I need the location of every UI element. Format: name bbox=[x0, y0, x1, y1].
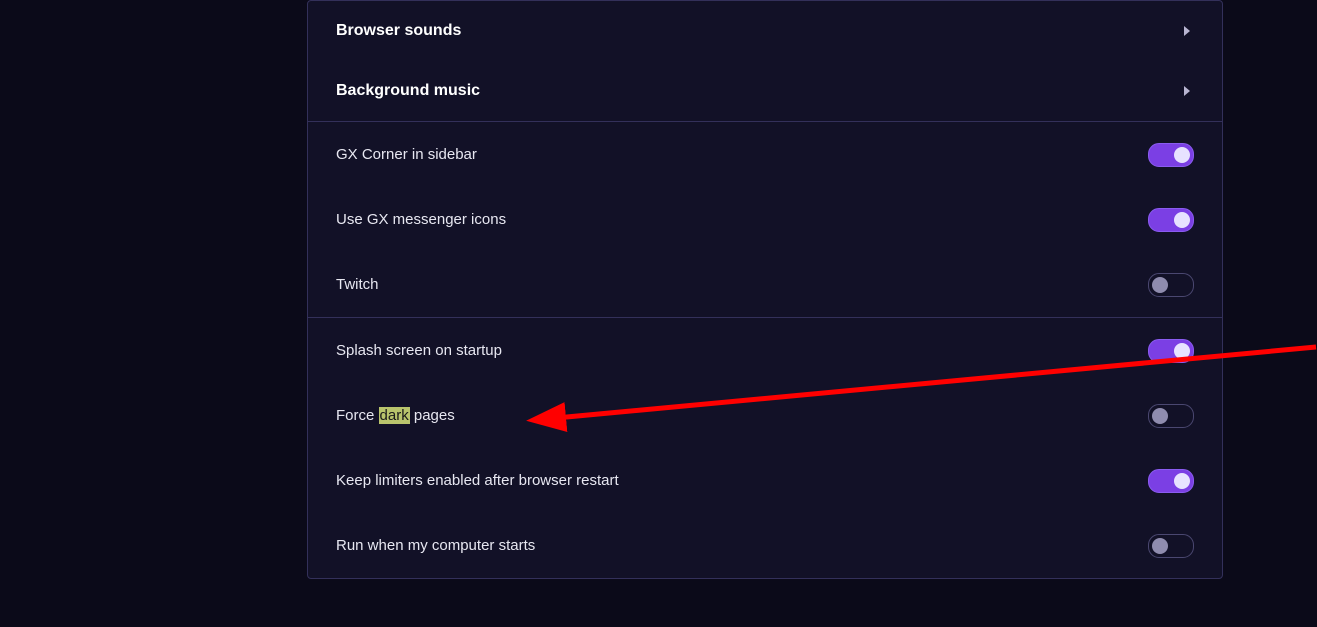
splash-screen-toggle[interactable] bbox=[1148, 339, 1194, 363]
gx-corner-label: GX Corner in sidebar bbox=[336, 146, 477, 164]
force-dark-pre: Force bbox=[336, 407, 379, 424]
chevron-right-icon bbox=[1184, 86, 1190, 96]
gx-corner-toggle[interactable] bbox=[1148, 143, 1194, 167]
twitch-toggle[interactable] bbox=[1148, 273, 1194, 297]
keep-limiters-label: Keep limiters enabled after browser rest… bbox=[336, 472, 619, 490]
browser-sounds-label: Browser sounds bbox=[336, 21, 461, 40]
force-dark-highlight: dark bbox=[379, 407, 410, 424]
gx-messenger-row: Use GX messenger icons bbox=[308, 187, 1222, 252]
force-dark-toggle[interactable] bbox=[1148, 404, 1194, 428]
gx-corner-row: GX Corner in sidebar bbox=[308, 122, 1222, 187]
run-on-startup-label: Run when my computer starts bbox=[336, 537, 535, 555]
splash-screen-row: Splash screen on startup bbox=[308, 318, 1222, 383]
keep-limiters-toggle[interactable] bbox=[1148, 469, 1194, 493]
run-on-startup-toggle[interactable] bbox=[1148, 534, 1194, 558]
force-dark-label: Force dark pages bbox=[336, 407, 455, 425]
browser-sounds-row[interactable]: Browser sounds bbox=[308, 1, 1222, 61]
force-dark-post: pages bbox=[410, 407, 455, 424]
run-on-startup-row: Run when my computer starts bbox=[308, 513, 1222, 578]
twitch-label: Twitch bbox=[336, 276, 379, 294]
force-dark-row: Force dark pages bbox=[308, 383, 1222, 448]
keep-limiters-row: Keep limiters enabled after browser rest… bbox=[308, 448, 1222, 513]
gx-messenger-label: Use GX messenger icons bbox=[336, 211, 506, 229]
splash-screen-label: Splash screen on startup bbox=[336, 342, 502, 360]
background-music-row[interactable]: Background music bbox=[308, 61, 1222, 121]
background-music-label: Background music bbox=[336, 81, 480, 100]
chevron-right-icon bbox=[1184, 26, 1190, 36]
twitch-row: Twitch bbox=[308, 252, 1222, 317]
settings-panel: Browser sounds Background music GX Corne… bbox=[307, 0, 1223, 579]
gx-messenger-toggle[interactable] bbox=[1148, 208, 1194, 232]
